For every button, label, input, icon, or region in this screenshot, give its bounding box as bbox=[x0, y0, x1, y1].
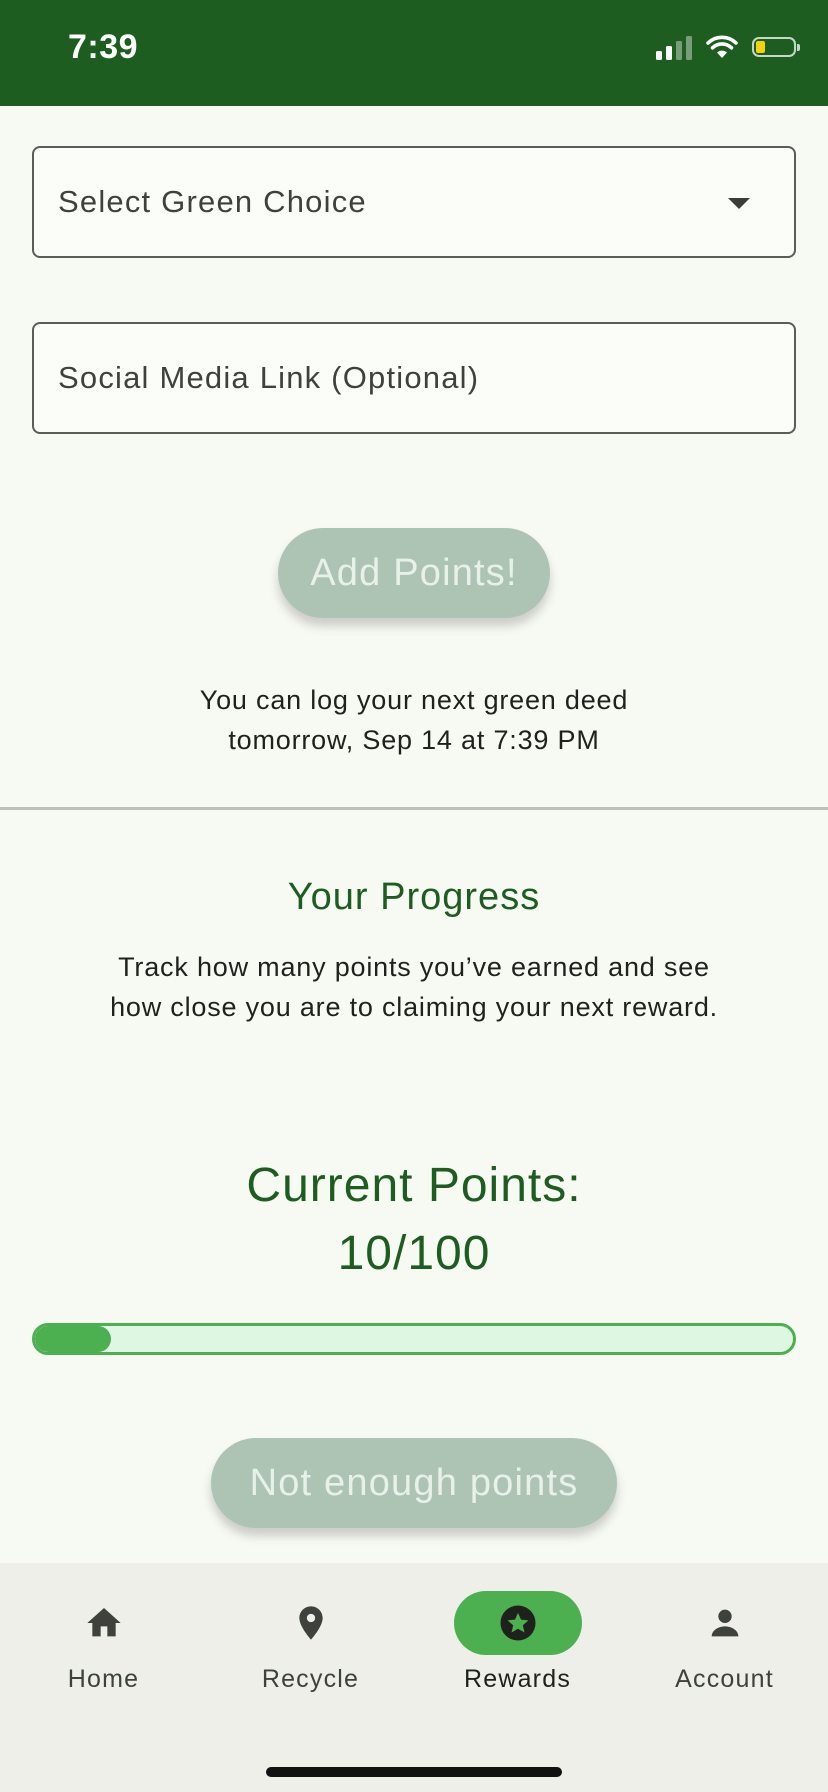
next-deed-line-2: tomorrow, Sep 14 at 7:39 PM bbox=[228, 725, 600, 755]
location-pin-icon bbox=[298, 1606, 323, 1640]
person-icon bbox=[711, 1609, 738, 1637]
bottom-navigation: Home Recycle Rewards Account bbox=[0, 1563, 828, 1792]
add-points-button[interactable]: Add Points! bbox=[278, 528, 550, 618]
wifi-icon bbox=[706, 35, 738, 58]
home-icon bbox=[86, 1608, 121, 1637]
current-points: Current Points: 10/100 bbox=[0, 1152, 828, 1288]
section-divider bbox=[0, 807, 828, 810]
nav-label-recycle: Recycle bbox=[261, 1665, 360, 1693]
social-media-link-placeholder: Social Media Link (Optional) bbox=[58, 360, 480, 395]
next-deed-line-1: You can log your next green deed bbox=[199, 685, 629, 715]
nav-label-account: Account bbox=[675, 1665, 774, 1693]
status-time: 7:39 bbox=[68, 28, 139, 66]
status-bar: 7:39 bbox=[0, 0, 828, 106]
status-icons bbox=[656, 34, 800, 60]
progress-title: Your Progress bbox=[287, 876, 541, 918]
nav-rewards-icon-wrap bbox=[453, 1591, 582, 1655]
dropdown-arrow-icon bbox=[728, 198, 750, 209]
nav-recycle-icon-wrap bbox=[247, 1591, 375, 1655]
nav-home-icon-wrap bbox=[40, 1591, 168, 1655]
progress-description: Track how many points you’ve earned and … bbox=[0, 947, 828, 1027]
nav-item-recycle[interactable]: Recycle bbox=[207, 1591, 414, 1694]
nav-account-icon-wrap bbox=[661, 1591, 789, 1655]
points-progress-bar bbox=[32, 1323, 796, 1355]
nav-label-rewards: Rewards bbox=[463, 1665, 572, 1693]
nav-item-rewards[interactable]: Rewards bbox=[414, 1591, 621, 1694]
progress-description-text: Track how many points you’ve earned and … bbox=[110, 952, 718, 1022]
star-badge-icon bbox=[500, 1605, 535, 1641]
nav-item-home[interactable]: Home bbox=[0, 1591, 207, 1694]
battery-icon bbox=[752, 37, 800, 57]
nav-item-account[interactable]: Account bbox=[621, 1591, 828, 1694]
green-choice-placeholder: Select Green Choice bbox=[58, 184, 367, 219]
next-deed-notice: You can log your next green deed tomorro… bbox=[0, 680, 828, 760]
home-indicator bbox=[266, 1767, 562, 1777]
nav-label-home: Home bbox=[67, 1665, 140, 1693]
green-choice-select[interactable]: Select Green Choice bbox=[32, 146, 796, 258]
current-points-heading: Current Points: bbox=[246, 1159, 582, 1212]
social-media-link-input[interactable]: Social Media Link (Optional) bbox=[32, 322, 796, 434]
cellular-signal-icon bbox=[656, 34, 692, 60]
points-progress-fill bbox=[35, 1326, 111, 1352]
current-points-value: 10/100 bbox=[337, 1227, 491, 1280]
claim-reward-button[interactable]: Not enough points bbox=[211, 1438, 617, 1528]
